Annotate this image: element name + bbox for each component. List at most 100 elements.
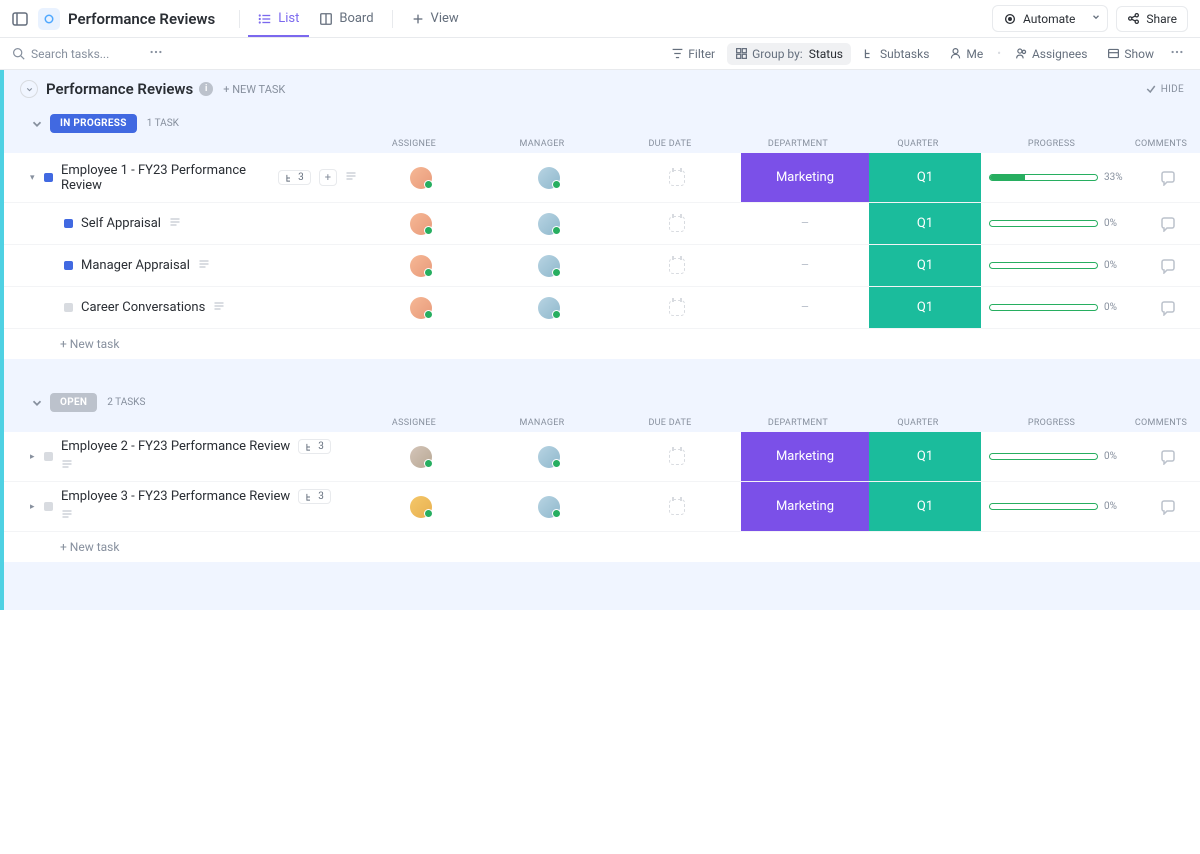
assignee-cell[interactable]	[357, 297, 485, 319]
subtask-count-pill[interactable]: 3	[298, 439, 331, 454]
new-task-row[interactable]: + New task	[4, 532, 1200, 562]
quarter-cell[interactable]: Q1	[869, 287, 981, 328]
search-input[interactable]	[31, 47, 141, 61]
description-icon[interactable]	[61, 508, 73, 524]
due-date-cell[interactable]	[613, 300, 741, 316]
task-name[interactable]: Career Conversations	[81, 300, 205, 315]
comments-cell[interactable]	[1136, 499, 1200, 515]
status-square[interactable]	[44, 502, 53, 511]
quarter-cell[interactable]: Q1	[869, 432, 981, 481]
comments-cell[interactable]	[1136, 170, 1200, 186]
quarter-cell[interactable]: Q1	[869, 245, 981, 286]
separator: •	[997, 47, 1001, 60]
department-cell[interactable]: –	[741, 245, 869, 286]
person-icon	[949, 47, 962, 60]
description-icon[interactable]	[198, 258, 210, 274]
assignee-cell[interactable]	[357, 446, 485, 468]
comments-cell[interactable]	[1136, 258, 1200, 274]
task-name-cell: Manager Appraisal	[81, 252, 357, 280]
manager-cell[interactable]	[485, 213, 613, 235]
status-pill[interactable]: IN PROGRESS	[50, 114, 137, 133]
quarter-cell[interactable]: Q1	[869, 482, 981, 531]
task-name[interactable]: Employee 3 - FY23 Performance Review	[61, 489, 290, 504]
progress-cell[interactable]: 33%	[981, 172, 1136, 183]
status-square[interactable]	[64, 303, 73, 312]
filter-button[interactable]: Filter	[663, 43, 723, 65]
comments-cell[interactable]	[1136, 300, 1200, 316]
description-icon[interactable]	[345, 170, 357, 186]
due-date-cell[interactable]	[613, 258, 741, 274]
col-due-date: DUE DATE	[606, 139, 734, 149]
automate-dropdown[interactable]	[1085, 5, 1108, 32]
quarter-cell[interactable]: Q1	[869, 153, 981, 202]
progress-cell[interactable]: 0%	[981, 302, 1136, 313]
status-square[interactable]	[44, 173, 53, 182]
due-date-cell[interactable]	[613, 216, 741, 232]
collapse-group[interactable]	[30, 396, 44, 410]
assignee-cell[interactable]	[357, 213, 485, 235]
subtasks-button[interactable]: Subtasks	[855, 43, 937, 65]
add-subtask[interactable]: +	[319, 169, 337, 186]
description-icon[interactable]	[169, 216, 181, 232]
new-task-link[interactable]: + NEW TASK	[223, 83, 285, 96]
manager-cell[interactable]	[485, 167, 613, 189]
progress-cell[interactable]: 0%	[981, 218, 1136, 229]
assignee-cell[interactable]	[357, 496, 485, 518]
department-cell[interactable]: Marketing	[741, 432, 869, 481]
collapse-group[interactable]	[30, 117, 44, 131]
tab-list[interactable]: List	[248, 0, 309, 37]
task-name[interactable]: Self Appraisal	[81, 216, 161, 231]
search-more[interactable]	[145, 41, 167, 67]
progress-bar	[989, 220, 1098, 227]
collapse-list[interactable]	[20, 80, 38, 98]
task-name[interactable]: Employee 2 - FY23 Performance Review	[61, 439, 290, 454]
description-icon[interactable]	[213, 300, 225, 316]
automate-group: Automate	[992, 5, 1108, 32]
show-button[interactable]: Show	[1099, 43, 1162, 65]
department-cell[interactable]: Marketing	[741, 482, 869, 531]
info-icon[interactable]: i	[199, 82, 213, 96]
status-square[interactable]	[44, 452, 53, 461]
expand-arrow[interactable]: ▸	[30, 502, 40, 512]
comments-cell[interactable]	[1136, 216, 1200, 232]
subtask-count-pill[interactable]: 3	[298, 489, 331, 504]
expand-arrow[interactable]: ▾	[30, 173, 40, 183]
me-label: Me	[966, 47, 983, 61]
status-pill[interactable]: OPEN	[50, 393, 97, 412]
progress-cell[interactable]: 0%	[981, 451, 1136, 462]
assignees-button[interactable]: Assignees	[1007, 43, 1095, 65]
new-task-row[interactable]: + New task	[4, 329, 1200, 359]
status-square[interactable]	[64, 219, 73, 228]
department-cell[interactable]: Marketing	[741, 153, 869, 202]
expand-arrow[interactable]: ▸	[30, 452, 40, 462]
me-button[interactable]: Me	[941, 43, 991, 65]
tab-board[interactable]: Board	[309, 0, 383, 37]
due-date-cell[interactable]	[613, 499, 741, 515]
due-date-cell[interactable]	[613, 449, 741, 465]
group-by-button[interactable]: Group by: Status	[727, 43, 851, 65]
task-name[interactable]: Employee 1 - FY23 Performance Review	[61, 163, 270, 193]
status-square[interactable]	[64, 261, 73, 270]
manager-cell[interactable]	[485, 297, 613, 319]
department-cell[interactable]: –	[741, 287, 869, 328]
due-date-cell[interactable]	[613, 170, 741, 186]
comments-cell[interactable]	[1136, 449, 1200, 465]
manager-cell[interactable]	[485, 496, 613, 518]
sidebar-toggle-icon[interactable]	[12, 11, 28, 27]
manager-cell[interactable]	[485, 255, 613, 277]
assignee-cell[interactable]	[357, 255, 485, 277]
share-button[interactable]: Share	[1116, 6, 1188, 32]
task-name[interactable]: Manager Appraisal	[81, 258, 190, 273]
department-cell[interactable]: –	[741, 203, 869, 244]
toolbar-more[interactable]	[1166, 41, 1188, 67]
description-icon[interactable]	[61, 458, 73, 474]
manager-cell[interactable]	[485, 446, 613, 468]
tab-add-view[interactable]: View	[401, 0, 469, 37]
automate-button[interactable]: Automate	[992, 5, 1086, 32]
hide-button[interactable]: HIDE	[1145, 83, 1184, 95]
subtask-count-pill[interactable]: 3	[278, 170, 311, 185]
progress-cell[interactable]: 0%	[981, 501, 1136, 512]
assignee-cell[interactable]	[357, 167, 485, 189]
quarter-cell[interactable]: Q1	[869, 203, 981, 244]
progress-cell[interactable]: 0%	[981, 260, 1136, 271]
